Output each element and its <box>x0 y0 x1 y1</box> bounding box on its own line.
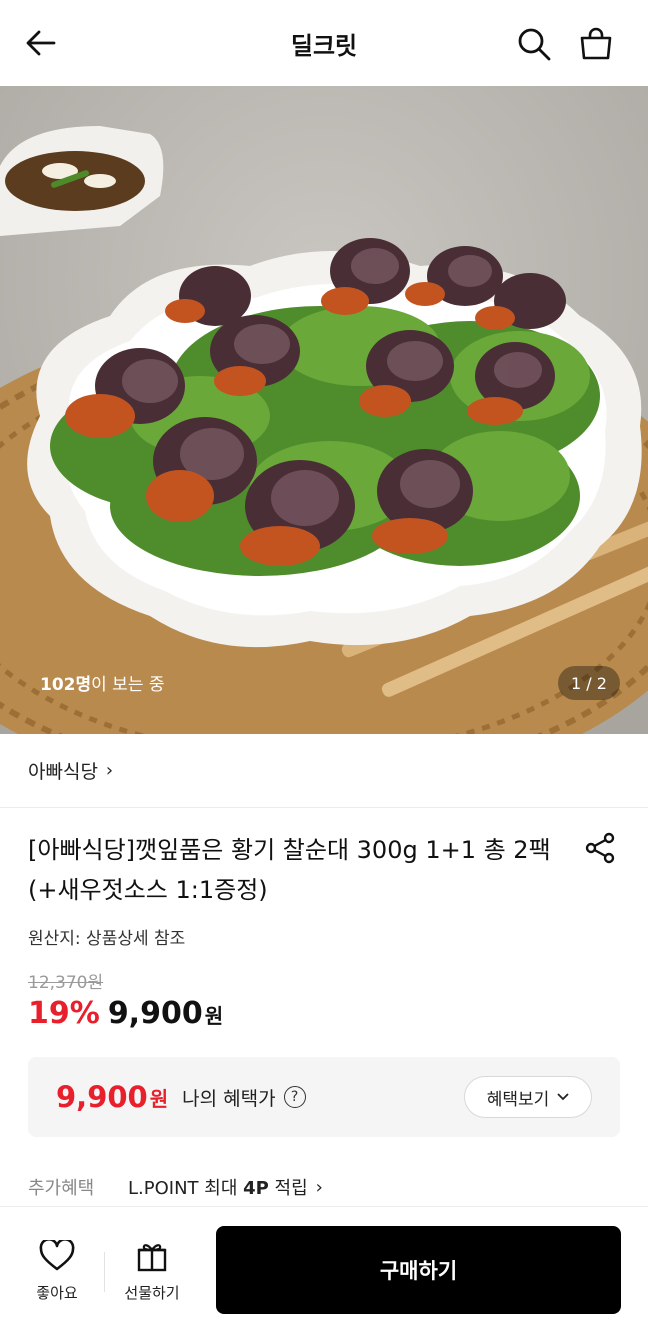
product-title: [아빠식당]깻잎품은 황기 찰순대 300g 1+1 총 2팩 (+새우젓소스 … <box>28 836 551 904</box>
extra-benefit-row[interactable]: 추가혜택 L.POINT 최대 4P 적립 › <box>28 1174 323 1200</box>
shopping-bag-icon <box>580 27 612 60</box>
chevron-right-icon: › <box>315 1176 323 1198</box>
view-benefits-button[interactable]: 혜택보기 <box>464 1076 592 1118</box>
arrow-left-icon <box>26 30 56 56</box>
cart-button[interactable] <box>574 22 618 66</box>
divider <box>104 1252 105 1292</box>
origin-info: 원산지: 상품상세 참조 <box>28 929 186 949</box>
back-button[interactable] <box>20 22 62 64</box>
help-icon[interactable]: ? <box>283 1086 306 1108</box>
benefit-label: 나의 혜택가 <box>182 1087 276 1110</box>
price-row: 19% 9,900 원 <box>28 996 223 1031</box>
extra-benefit-value: L.POINT 최대 4P 적립 <box>128 1178 308 1199</box>
sale-price: 9,900 <box>107 996 203 1031</box>
heart-icon <box>39 1238 75 1271</box>
chevron-right-icon: › <box>105 760 114 781</box>
benefit-price: 9,900 <box>56 1080 148 1114</box>
top-app-bar: 딜크릿 <box>0 0 648 86</box>
carousel-pager: 1 / 2 <box>558 666 620 700</box>
like-button[interactable]: 좋아요 <box>24 1238 90 1303</box>
currency-unit: 원 <box>204 1004 224 1028</box>
share-button[interactable] <box>580 830 620 866</box>
brand-name: 아빠식당 <box>28 761 98 783</box>
brand-link[interactable]: 아빠식당 › <box>0 734 648 808</box>
chevron-down-icon <box>557 1090 569 1104</box>
search-icon <box>518 28 551 61</box>
product-photo <box>0 86 648 734</box>
gift-icon <box>137 1244 167 1272</box>
gift-button[interactable]: 선물하기 <box>116 1240 188 1303</box>
like-label: 좋아요 <box>36 1284 78 1302</box>
view-benefits-label: 혜택보기 <box>486 1089 550 1110</box>
buy-button[interactable]: 구매하기 <box>216 1226 621 1314</box>
search-button[interactable] <box>512 22 556 66</box>
share-icon <box>585 832 615 864</box>
discount-rate: 19% <box>28 996 100 1031</box>
viewers-count: 102명이 보는 중 <box>40 675 165 695</box>
extra-benefit-key: 추가혜택 <box>28 1178 95 1199</box>
original-price: 12,370원 <box>28 973 104 993</box>
gift-label: 선물하기 <box>124 1284 180 1302</box>
benefit-currency: 원 <box>149 1086 169 1111</box>
product-image-carousel[interactable]: 102명이 보는 중 1 / 2 <box>0 86 648 734</box>
